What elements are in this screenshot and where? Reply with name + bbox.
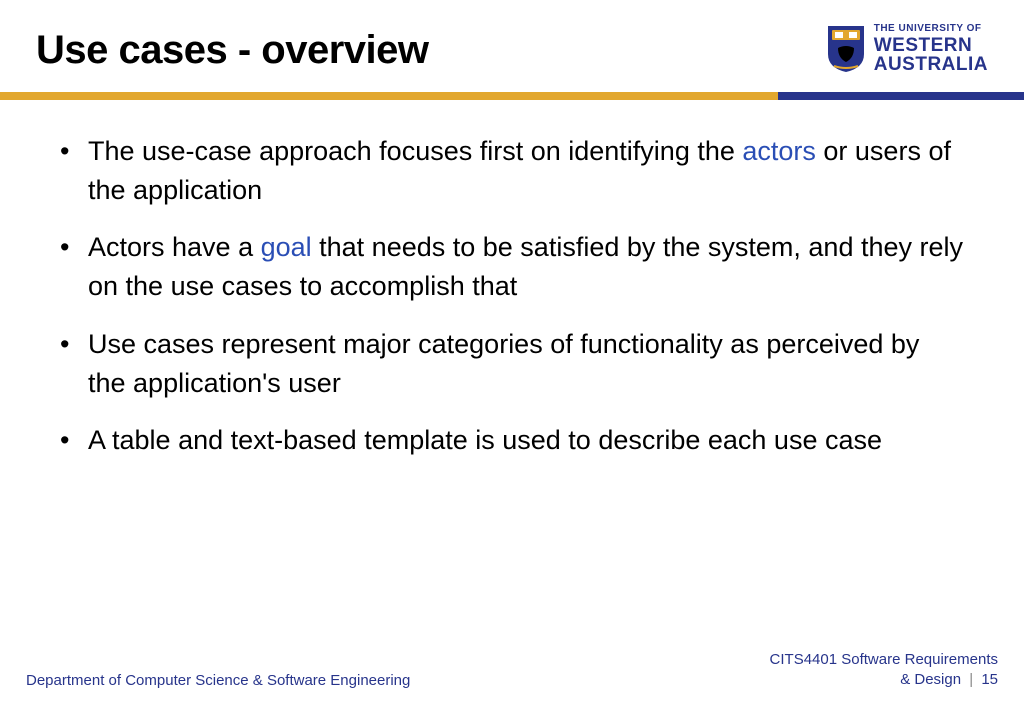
list-item: The use-case approach focuses first on i… [56,132,964,210]
footer-separator: | [969,671,973,688]
slide-footer: Department of Computer Science & Softwar… [0,650,1024,689]
footer-course-line1: CITS4401 Software Requirements [770,650,998,670]
bullet-list: The use-case approach focuses first on i… [56,132,964,460]
bar-gold [0,92,778,100]
logo-text: THE UNIVERSITY OF WESTERN AUSTRALIA [874,24,988,74]
slide-title: Use cases - overview [36,28,428,73]
logo-top-line: THE UNIVERSITY OF [874,24,988,34]
bullet-text-pre: A table and text-based template is used … [88,425,882,455]
university-logo: THE UNIVERSITY OF WESTERN AUSTRALIA [826,24,988,74]
crest-icon [826,24,866,74]
bullet-text-pre: The use-case approach focuses first on i… [88,136,742,166]
logo-line-western: WESTERN [874,36,988,55]
list-item: Actors have a goal that needs to be sati… [56,228,964,306]
list-item: A table and text-based template is used … [56,421,964,460]
divider-bar [0,92,1024,100]
footer-design-label: & Design [900,671,961,688]
bullet-text-pre: Actors have a [88,232,261,262]
bar-blue [778,92,1024,100]
highlight-term: actors [742,136,816,166]
bullet-text-pre: Use cases represent major categories of … [88,329,919,398]
slide-content: The use-case approach focuses first on i… [0,100,1024,460]
logo-line-australia: AUSTRALIA [874,55,988,74]
list-item: Use cases represent major categories of … [56,325,964,403]
footer-course-line2: & Design | 15 [770,670,998,690]
page-number: 15 [981,671,998,688]
footer-course: CITS4401 Software Requirements & Design … [770,650,998,689]
highlight-term: goal [261,232,312,262]
footer-department: Department of Computer Science & Softwar… [26,672,410,689]
